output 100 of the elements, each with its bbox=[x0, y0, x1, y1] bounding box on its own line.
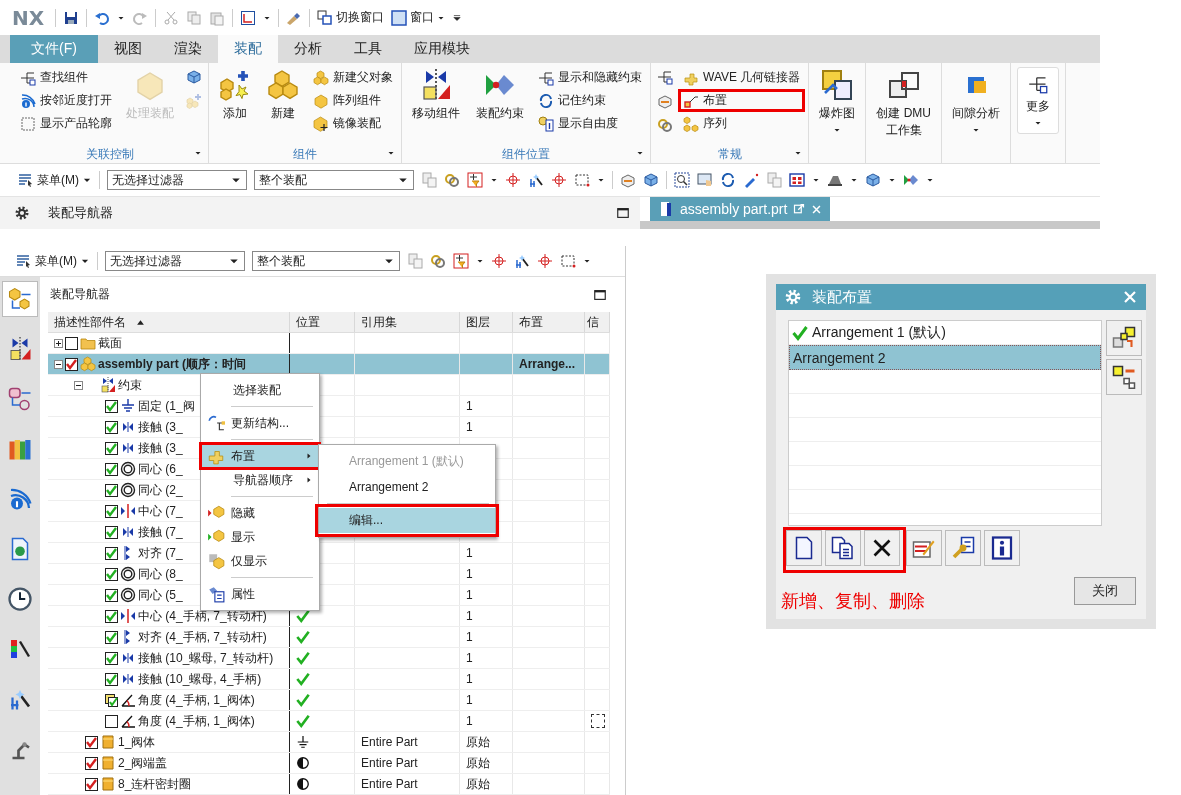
ribbon-tab[interactable]: 工具 bbox=[338, 35, 398, 63]
column-header[interactable]: 描述性部件名 bbox=[48, 312, 290, 332]
ribbon-tab[interactable]: 视图 bbox=[98, 35, 158, 63]
maximize-icon[interactable] bbox=[593, 287, 607, 302]
ribbon-command[interactable]: WAVE 几何链接器 bbox=[678, 66, 806, 89]
tree-row[interactable]: 角度 (4_手柄, 1_阀体) 1 bbox=[48, 711, 610, 732]
ribbon-large-button[interactable]: 新建 bbox=[263, 67, 303, 145]
tree-row[interactable]: 角度 (4_手柄, 1_阀体) 1 bbox=[48, 690, 610, 711]
ribbon-large-button[interactable]: 移动组件 bbox=[408, 67, 464, 145]
ribbon-command[interactable]: 镜像装配 bbox=[308, 112, 398, 135]
visibility-checkbox[interactable] bbox=[105, 504, 118, 518]
tree-row[interactable]: 对齐 (4_手柄, 7_转动杆) 1 bbox=[48, 627, 610, 648]
target-icon[interactable] bbox=[551, 172, 567, 188]
ribbon-tab[interactable]: 渲染 bbox=[158, 35, 218, 63]
visibility-checkbox[interactable] bbox=[105, 651, 118, 665]
ribbon-command[interactable]: 查找组件 bbox=[15, 66, 117, 89]
column-header[interactable]: 布置 bbox=[513, 312, 585, 332]
target-icon[interactable] bbox=[537, 253, 553, 269]
scope-dropdown[interactable]: 整个装配 bbox=[254, 170, 414, 190]
window-menu[interactable]: 窗口 bbox=[391, 9, 446, 26]
selection-filter-dropdown[interactable]: 无选择过滤器 bbox=[105, 251, 245, 271]
visibility-checkbox[interactable] bbox=[105, 588, 118, 602]
visibility-checkbox[interactable] bbox=[85, 756, 98, 770]
ribbon-tab[interactable]: 装配 bbox=[218, 35, 278, 63]
menu-item[interactable]: 导航器顺序 bbox=[201, 468, 319, 492]
ribbon-large-button[interactable]: 爆炸图 bbox=[815, 67, 860, 145]
ribbon-command[interactable]: 阵列组件 bbox=[308, 89, 398, 112]
ribbon-command[interactable]: 布置 bbox=[678, 89, 806, 112]
column-header[interactable]: 引用集 bbox=[355, 312, 460, 332]
ribbon-command[interactable]: 显示产品轮廓 bbox=[15, 112, 117, 135]
new-button[interactable] bbox=[786, 530, 822, 566]
visibility-checkbox[interactable] bbox=[105, 462, 118, 476]
caret-icon[interactable] bbox=[583, 257, 591, 265]
box-icon[interactable] bbox=[865, 172, 881, 188]
hand-icon[interactable] bbox=[697, 172, 713, 188]
rotate-icon[interactable] bbox=[720, 172, 736, 188]
visibility-checkbox[interactable] bbox=[105, 672, 118, 686]
wand-icon[interactable] bbox=[528, 172, 544, 188]
close-icon[interactable] bbox=[811, 203, 823, 215]
caret-icon[interactable] bbox=[636, 149, 644, 157]
caret-icon[interactable] bbox=[926, 176, 934, 184]
caret-icon[interactable] bbox=[194, 149, 202, 157]
visibility-checkbox[interactable] bbox=[85, 735, 98, 749]
column-header[interactable]: 信 bbox=[585, 312, 610, 332]
ribbon-large-button[interactable]: 装配约束 bbox=[472, 67, 528, 145]
hierarchy-icon[interactable] bbox=[657, 69, 673, 85]
edit-button[interactable] bbox=[906, 530, 942, 566]
visibility-checkbox[interactable] bbox=[65, 336, 78, 350]
ribbon-tab[interactable]: 分析 bbox=[278, 35, 338, 63]
save-icon[interactable] bbox=[63, 9, 80, 26]
menu-button[interactable]: 菜单(M) bbox=[18, 171, 92, 189]
ribbon-large-button[interactable]: 添加 bbox=[215, 67, 255, 145]
magnifier-icon[interactable] bbox=[674, 172, 690, 188]
target-icon[interactable] bbox=[505, 172, 521, 188]
box-icon[interactable] bbox=[643, 172, 659, 188]
visibility-checkbox[interactable] bbox=[105, 525, 118, 539]
grid-icon[interactable] bbox=[789, 172, 805, 188]
visibility-checkbox[interactable] bbox=[105, 714, 118, 728]
menu-item[interactable]: 属性 bbox=[201, 582, 319, 606]
collapse-icon[interactable] bbox=[74, 380, 83, 390]
visibility-checkbox[interactable] bbox=[105, 567, 118, 581]
overflow-icon[interactable] bbox=[452, 12, 463, 23]
ribbon-command[interactable]: 序列 bbox=[678, 112, 806, 135]
ribbon-large-button[interactable]: 间隙分析 bbox=[948, 67, 1004, 145]
tree-row[interactable]: 8_连杆密封圈 Entire Part 原始 bbox=[48, 774, 610, 795]
visibility-checkbox[interactable] bbox=[105, 399, 118, 413]
tree-row[interactable]: 接触 (10_螺母, 4_手柄) 1 bbox=[48, 669, 610, 690]
pen-icon[interactable] bbox=[743, 172, 759, 188]
ribbon-large-button[interactable]: 更多 bbox=[1017, 67, 1059, 134]
caret-icon[interactable] bbox=[597, 176, 605, 184]
visibility-checkbox[interactable] bbox=[105, 441, 118, 455]
visibility-checkbox[interactable] bbox=[85, 777, 98, 791]
caret-icon[interactable] bbox=[387, 149, 395, 157]
visibility-checkbox[interactable] bbox=[105, 693, 118, 707]
collapse-icon[interactable] bbox=[54, 359, 63, 369]
copy-button[interactable] bbox=[825, 530, 861, 566]
visibility-checkbox[interactable] bbox=[105, 483, 118, 497]
ribbon-tab[interactable]: 应用模块 bbox=[398, 35, 486, 63]
ribbon-command[interactable]: 显示和隐藏约束 bbox=[533, 66, 647, 89]
import-arrangement-button[interactable] bbox=[1106, 359, 1142, 395]
properties-button[interactable] bbox=[945, 530, 981, 566]
menu-item[interactable]: 布置 bbox=[201, 444, 319, 468]
caret-icon[interactable] bbox=[850, 176, 858, 184]
caret-icon[interactable] bbox=[794, 149, 803, 157]
ribbon-command[interactable]: 记住约束 bbox=[533, 89, 647, 112]
axes-icon[interactable] bbox=[240, 9, 257, 26]
caret-icon[interactable] bbox=[476, 257, 484, 265]
selection-filter-dropdown[interactable]: 无选择过滤器 bbox=[107, 170, 247, 190]
menu-item[interactable]: 隐藏 bbox=[201, 501, 319, 525]
visibility-checkbox[interactable] bbox=[65, 357, 78, 371]
tree-row[interactable]: assembly part (顺序：时间 Arrange... bbox=[48, 354, 610, 375]
pop-out-icon[interactable] bbox=[793, 203, 806, 215]
filter-icon[interactable] bbox=[453, 253, 469, 269]
maximize-icon[interactable] bbox=[616, 206, 630, 220]
info-button[interactable] bbox=[984, 530, 1020, 566]
target-icon[interactable] bbox=[491, 253, 507, 269]
chain-icon[interactable] bbox=[444, 172, 460, 188]
box-icon[interactable] bbox=[186, 69, 202, 85]
chain-icon[interactable] bbox=[657, 117, 673, 133]
move-arrangement-button[interactable] bbox=[1106, 320, 1142, 356]
